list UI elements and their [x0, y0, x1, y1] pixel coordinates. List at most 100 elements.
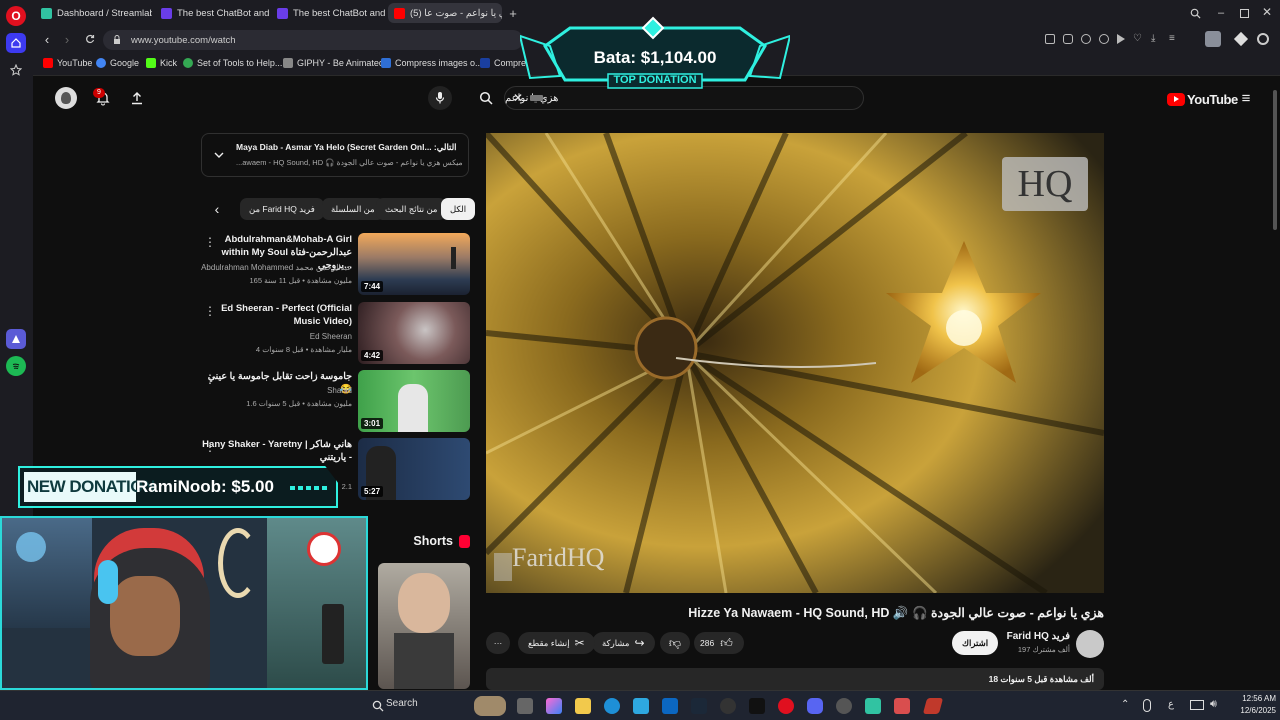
taskbar-search[interactable]: Search: [386, 698, 418, 709]
hamburger-menu-icon[interactable]: ≡: [1237, 89, 1255, 107]
more-options-icon[interactable]: ⋮: [204, 440, 216, 454]
language-indicator[interactable]: ع: [1168, 699, 1174, 710]
edit-icon[interactable]: [1045, 34, 1055, 44]
keyboard-icon[interactable]: [530, 95, 543, 101]
reload-icon[interactable]: [82, 31, 98, 47]
task-view-icon[interactable]: [517, 698, 533, 714]
copilot-icon[interactable]: [546, 698, 562, 714]
channel-avatar[interactable]: [1076, 630, 1104, 658]
bookmark-tools[interactable]: Set of Tools to Help...: [183, 58, 282, 68]
play-icon[interactable]: [1117, 34, 1125, 44]
tab-streamlabs[interactable]: Dashboard / Streamlabs: [35, 3, 152, 23]
video-thumbnail[interactable]: 5:27: [358, 438, 470, 500]
tab-chatbot-1[interactable]: The best ChatBot and Wid: [155, 3, 269, 23]
description-box[interactable]: 18 ألف مشاهدة قبل 5 سنوات: [486, 668, 1104, 690]
list-item[interactable]: 4:42 Ed Sheeran - Perfect (Official Musi…: [200, 302, 470, 366]
video-thumbnail[interactable]: 7:44: [358, 233, 470, 295]
microphone-icon[interactable]: [1143, 699, 1151, 712]
edge-icon[interactable]: [604, 698, 620, 714]
video-channel[interactable]: Abdulrahman Mohammed عبدالرحمن محمد: [201, 263, 352, 272]
video-channel[interactable]: Shahid: [327, 386, 352, 395]
menu-icon[interactable]: ≡: [1169, 34, 1179, 44]
short-thumbnail[interactable]: [378, 563, 470, 689]
tab-chatbot-2[interactable]: The best ChatBot and Wid: [271, 3, 385, 23]
video-title[interactable]: Ed Sheeran - Perfect (Official Music Vid…: [202, 302, 352, 328]
store-icon[interactable]: [633, 698, 649, 714]
tiktok-icon[interactable]: [749, 698, 765, 714]
up-next-panel[interactable]: Maya Diab - Asmar Ya Helo (Secret Garden…: [201, 133, 469, 177]
home-icon[interactable]: [6, 33, 26, 53]
discord-icon[interactable]: [807, 698, 823, 714]
chip-all[interactable]: الكل: [441, 198, 476, 220]
subscribe-button[interactable]: اشتراك: [952, 631, 999, 655]
bookmark-youtube[interactable]: YouTube: [43, 58, 92, 68]
share-button[interactable]: مشاركة ↪: [592, 632, 655, 654]
camera-icon[interactable]: [1063, 34, 1073, 44]
clip-button[interactable]: إنشاء مقطع ✂: [518, 632, 595, 654]
tf-icon[interactable]: [922, 698, 944, 714]
minimize-icon[interactable]: –: [1213, 5, 1229, 21]
spotify-icon[interactable]: [6, 356, 26, 376]
star-icon[interactable]: [6, 60, 26, 80]
back-icon[interactable]: ‹: [39, 31, 55, 47]
youtube-logo[interactable]: YouTube: [1167, 90, 1239, 108]
app-icon[interactable]: [894, 698, 910, 714]
video-player[interactable]: HQ FaridHQ: [486, 133, 1104, 593]
more-options-icon[interactable]: ⋮: [204, 304, 216, 318]
opera-icon[interactable]: [778, 698, 794, 714]
close-window-icon[interactable]: ✕: [1259, 4, 1275, 20]
search-button[interactable]: [470, 86, 502, 110]
more-actions-icon[interactable]: ···: [486, 632, 510, 654]
voice-search-icon[interactable]: [428, 86, 452, 110]
clock-date[interactable]: 12/6/2025: [1226, 706, 1276, 715]
heart-icon[interactable]: ♡: [1133, 34, 1143, 44]
download-icon[interactable]: ⤓: [1151, 34, 1161, 44]
new-tab-icon[interactable]: +: [505, 5, 521, 21]
chip-search-results[interactable]: من نتائج البحث: [376, 198, 447, 220]
streamlabs-icon[interactable]: [865, 698, 881, 714]
file-explorer-icon[interactable]: [575, 698, 591, 714]
chevron-left-icon[interactable]: ‹: [209, 201, 225, 217]
chip-farid[interactable]: من Farid HQ فريد: [240, 198, 324, 220]
bookmark-kick[interactable]: Kick: [146, 58, 177, 68]
scrollbar[interactable]: [1273, 90, 1277, 230]
opera-logo-icon[interactable]: O: [6, 6, 26, 26]
shield-icon[interactable]: [1081, 34, 1091, 44]
dislike-button[interactable]: 👎︎: [660, 632, 690, 654]
video-channel[interactable]: Ed Sheeran: [310, 332, 352, 341]
app-icon[interactable]: [720, 698, 736, 714]
search-icon[interactable]: [372, 699, 386, 713]
network-icon[interactable]: [1190, 700, 1204, 710]
more-options-icon[interactable]: ⋮: [204, 235, 216, 249]
tab-search-icon[interactable]: [1187, 5, 1203, 21]
account-avatar[interactable]: [55, 87, 77, 109]
bookmark-giphy[interactable]: GIPHY - Be Animated: [283, 58, 384, 68]
tray-chevron-icon[interactable]: ⌃: [1121, 699, 1129, 710]
video-title[interactable]: Hany Shaker - Yaretny | هاني شاكر - ياري…: [202, 438, 352, 464]
outlook-icon[interactable]: [662, 698, 678, 714]
bookmark-google[interactable]: Google: [96, 58, 139, 68]
video-thumbnail[interactable]: 4:42: [358, 302, 470, 364]
video-thumbnail[interactable]: 3:01: [358, 370, 470, 432]
list-item[interactable]: 7:44 Abdulrahman&Mohab-A Girl within My …: [200, 233, 470, 297]
chevron-down-icon[interactable]: [212, 148, 226, 162]
steam-icon[interactable]: [691, 698, 707, 714]
create-icon[interactable]: [127, 88, 147, 108]
list-item[interactable]: 3:01 جاموسة زاحت تقابل جاموسة يا عيني 😂 …: [200, 370, 470, 434]
aria-icon[interactable]: [6, 329, 26, 349]
clock-time[interactable]: 12:56 AM: [1226, 694, 1276, 703]
settings-icon[interactable]: [1257, 33, 1269, 45]
profile-avatar[interactable]: [1205, 31, 1221, 47]
forward-icon[interactable]: ›: [59, 31, 75, 47]
extension-icon[interactable]: [1099, 34, 1109, 44]
bookmark-compress[interactable]: Compress images o...: [381, 58, 483, 68]
tab-youtube[interactable]: (5) هزي يا نواعم - صوت عا: [388, 3, 502, 23]
more-options-icon[interactable]: ⋮: [204, 372, 216, 386]
search-highlight-icon[interactable]: [474, 696, 506, 716]
maximize-icon[interactable]: [1236, 5, 1252, 21]
obs-icon[interactable]: [836, 698, 852, 714]
volume-icon[interactable]: 🔊︎: [1210, 698, 1217, 711]
url-input[interactable]: www.youtube.com/watch: [103, 30, 523, 50]
chip-series[interactable]: من السلسلة: [322, 198, 384, 220]
like-button[interactable]: 286 👍︎: [694, 632, 744, 654]
